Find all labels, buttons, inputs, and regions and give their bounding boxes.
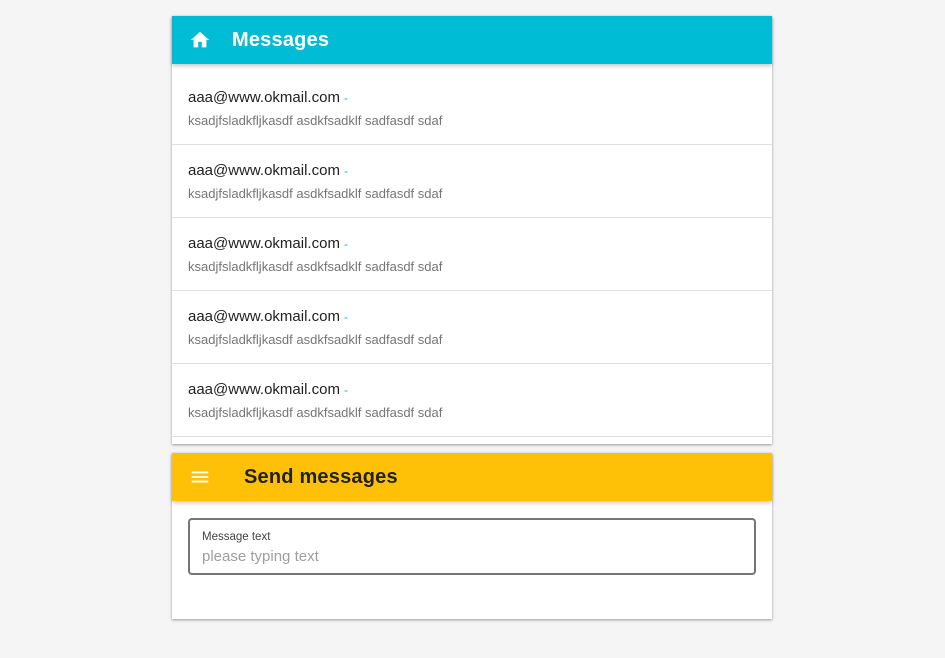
message-text: ksadjfsladkfljkasdf asdkfsadklf sadfasdf… <box>188 332 443 347</box>
messages-title: Messages <box>232 28 330 51</box>
message-sender: aaa@www.okmail.com <box>188 235 340 252</box>
message-text-field[interactable]: Message text <box>188 518 756 575</box>
message-text: ksadjfsladkfljkasdf asdkfsadklf sadfasdf… <box>188 259 443 274</box>
messages-card: Messages aaa@www.okmail.com - ksadjfsladk… <box>172 16 772 444</box>
message-text: ksadjfsladkfljkasdf asdkfsadklf sadfasdf… <box>188 405 443 420</box>
message-sender: aaa@www.okmail.com <box>188 308 340 325</box>
list-item[interactable]: aaa@www.okmail.com - ksadjfsladkfljkasdf … <box>172 145 772 218</box>
menu-icon[interactable] <box>188 465 212 489</box>
send-title: Send messages <box>244 465 398 488</box>
message-list: aaa@www.okmail.com - ksadjfsladkfljkasdf … <box>172 64 772 437</box>
message-sender: aaa@www.okmail.com <box>188 381 340 398</box>
message-text-label: Message text <box>202 531 271 543</box>
list-item[interactable]: aaa@www.okmail.com - ksadjfsladkfljkasdf … <box>172 364 772 437</box>
message-separator: - <box>343 383 348 397</box>
message-text-input[interactable] <box>202 548 742 565</box>
message-separator: - <box>343 237 348 251</box>
home-icon[interactable] <box>188 28 212 52</box>
send-toolbar: Send messages <box>172 453 772 501</box>
message-sender: aaa@www.okmail.com <box>188 162 340 179</box>
list-item[interactable]: aaa@www.okmail.com - ksadjfsladkfljkasdf … <box>172 218 772 291</box>
message-separator: - <box>343 164 348 178</box>
list-item[interactable]: aaa@www.okmail.com - ksadjfsladkfljkasdf … <box>172 64 772 145</box>
message-separator: - <box>343 310 348 324</box>
messages-toolbar: Messages <box>172 16 772 64</box>
message-separator: - <box>343 91 348 105</box>
message-text: ksadjfsladkfljkasdf asdkfsadklf sadfasdf… <box>188 186 443 201</box>
message-sender: aaa@www.okmail.com <box>188 89 340 106</box>
message-text: ksadjfsladkfljkasdf asdkfsadklf sadfasdf… <box>188 113 443 128</box>
send-card: Send messages Message text <box>172 453 772 619</box>
list-item[interactable]: aaa@www.okmail.com - ksadjfsladkfljkasdf … <box>172 291 772 364</box>
